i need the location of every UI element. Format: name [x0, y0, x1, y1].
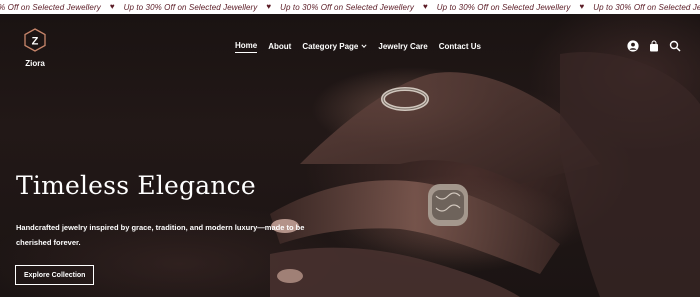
announcement-text: Up to 30% Off on Selected Jewellery [123, 2, 258, 12]
main-nav: Home About Category Page Jewelry Care Co… [235, 41, 492, 53]
brand-logo[interactable]: Z Ziora [22, 28, 48, 68]
hero-title: Timeless Elegance [16, 171, 256, 200]
nav-item-home[interactable]: Home [235, 41, 258, 53]
announcement-bar: 30% Off on Selected Jewellery ♥ Up to 30… [0, 0, 700, 14]
announcement-text: Up to 30% Off on Selected Jewellery [280, 2, 414, 12]
nav-item-label: About [268, 41, 292, 51]
heart-icon: ♥ [266, 2, 272, 11]
brand-name: Ziora [25, 59, 45, 68]
heart-icon: ♥ [109, 2, 115, 11]
search-icon[interactable] [669, 40, 681, 52]
nav-item-label: Category Page [302, 41, 359, 51]
header-actions [627, 40, 690, 52]
hero-section: Z Ziora Home About Category Page Jewelry… [0, 14, 700, 297]
logo-letter: Z [32, 36, 39, 48]
nav-item-about[interactable]: About [268, 42, 291, 53]
announcement-text: Up to 30% Off on Selected Jewellery [593, 2, 700, 12]
heart-icon: ♥ [422, 2, 428, 11]
hero-subtitle: Handcrafted jewelry inspired by grace, t… [16, 223, 305, 247]
nav-item-label: Home [235, 41, 258, 50]
user-icon[interactable] [627, 40, 639, 52]
announcement-track: 30% Off on Selected Jewellery ♥ Up to 30… [0, 1, 700, 13]
chevron-down-icon [361, 44, 367, 48]
explore-collection-button[interactable]: Explore Collection [15, 265, 95, 285]
nav-item-label: Jewelry Care [378, 41, 428, 51]
nav-item-label: Contact Us [438, 41, 481, 51]
nav-item-contact-us[interactable]: Contact Us [439, 42, 481, 53]
nav-item-jewelry-care[interactable]: Jewelry Care [378, 42, 427, 53]
ring-lower [428, 184, 468, 226]
logo-badge-icon: Z [24, 28, 46, 52]
announcement-text: 30% Off on Selected Jewellery [0, 2, 101, 12]
nav-item-category-page[interactable]: Category Page [302, 42, 367, 53]
shopping-bag-icon[interactable] [648, 40, 660, 52]
announcement-text: Up to 30% Off on Selected Jewellery [436, 2, 571, 12]
heart-icon: ♥ [579, 2, 585, 11]
hero-background-image [270, 52, 700, 297]
